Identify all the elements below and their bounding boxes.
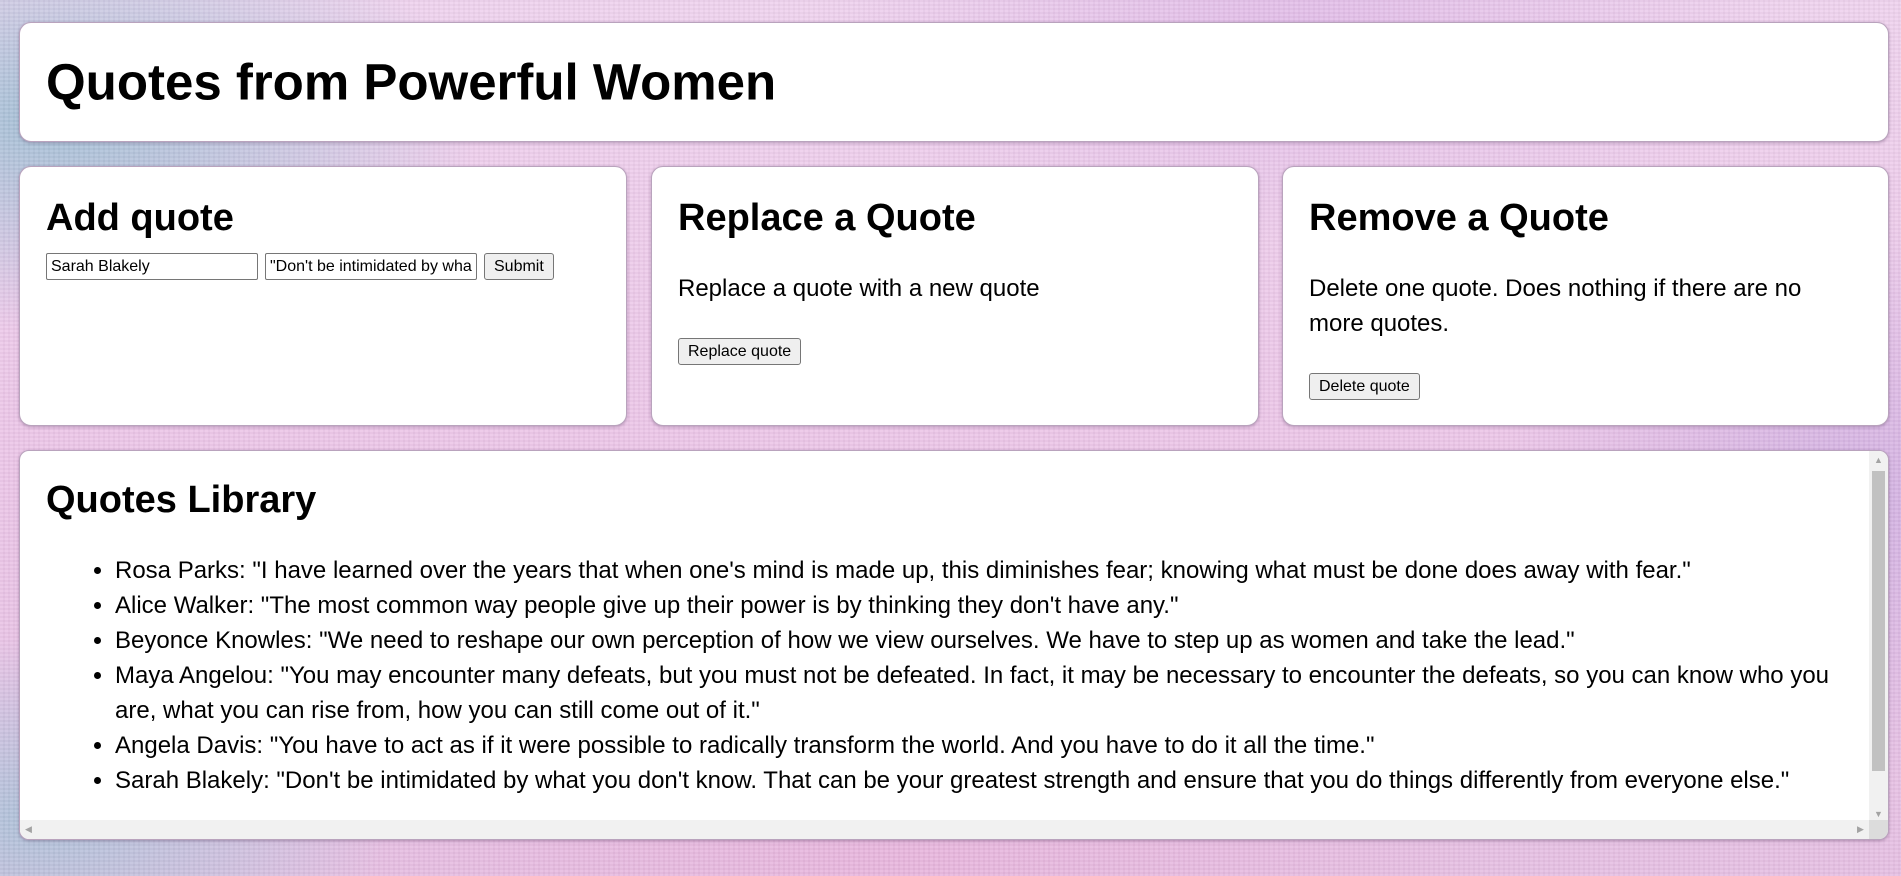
author-input[interactable] xyxy=(46,253,258,280)
vertical-scrollbar[interactable]: ▲ ▼ xyxy=(1869,451,1888,822)
replace-quote-description: Replace a quote with a new quote xyxy=(678,275,1040,302)
quote-item: Beyonce Knowles: "We need to reshape our… xyxy=(115,623,1848,658)
arrow-left-icon[interactable]: ◀ xyxy=(20,820,37,839)
quote-item: Sarah Blakely: "Don't be intimidated by … xyxy=(115,763,1848,798)
quote-item: Alice Walker: "The most common way peopl… xyxy=(115,588,1848,623)
add-quote-card: Add quote Submit xyxy=(19,166,627,426)
replace-quote-title: Replace a Quote xyxy=(678,197,976,239)
submit-button[interactable]: Submit xyxy=(484,253,554,280)
add-quote-title: Add quote xyxy=(46,197,234,239)
scrollbar-corner xyxy=(1869,820,1888,839)
replace-quote-card: Replace a Quote Replace a quote with a n… xyxy=(651,166,1259,426)
remove-quote-description: Delete one quote. Does nothing if there … xyxy=(1309,275,1802,337)
quote-item: Rosa Parks: "I have learned over the yea… xyxy=(115,553,1848,588)
quote-input[interactable] xyxy=(265,253,477,280)
remove-quote-title: Remove a Quote xyxy=(1309,197,1609,239)
page-title: Quotes from Powerful Women xyxy=(46,53,777,111)
quotes-library-title: Quotes Library xyxy=(46,479,317,521)
quotes-list: Rosa Parks: "I have learned over the yea… xyxy=(77,553,1848,798)
arrow-up-icon[interactable]: ▲ xyxy=(1869,451,1888,468)
horizontal-scrollbar[interactable]: ◀ ▶ xyxy=(20,820,1869,839)
add-quote-form: Submit xyxy=(46,253,554,280)
quote-item: Maya Angelou: "You may encounter many de… xyxy=(115,658,1848,728)
replace-quote-button[interactable]: Replace quote xyxy=(678,338,802,365)
delete-quote-button[interactable]: Delete quote xyxy=(1309,373,1420,400)
quote-item: Angela Davis: "You have to act as if it … xyxy=(115,728,1848,763)
quotes-library-card[interactable]: Quotes Library Rosa Parks: "I have learn… xyxy=(19,450,1889,840)
arrow-right-icon[interactable]: ▶ xyxy=(1852,820,1869,839)
remove-quote-card: Remove a Quote Delete one quote. Does no… xyxy=(1282,166,1889,426)
header-card: Quotes from Powerful Women xyxy=(19,22,1889,142)
vertical-scrollbar-thumb[interactable] xyxy=(1872,471,1885,771)
